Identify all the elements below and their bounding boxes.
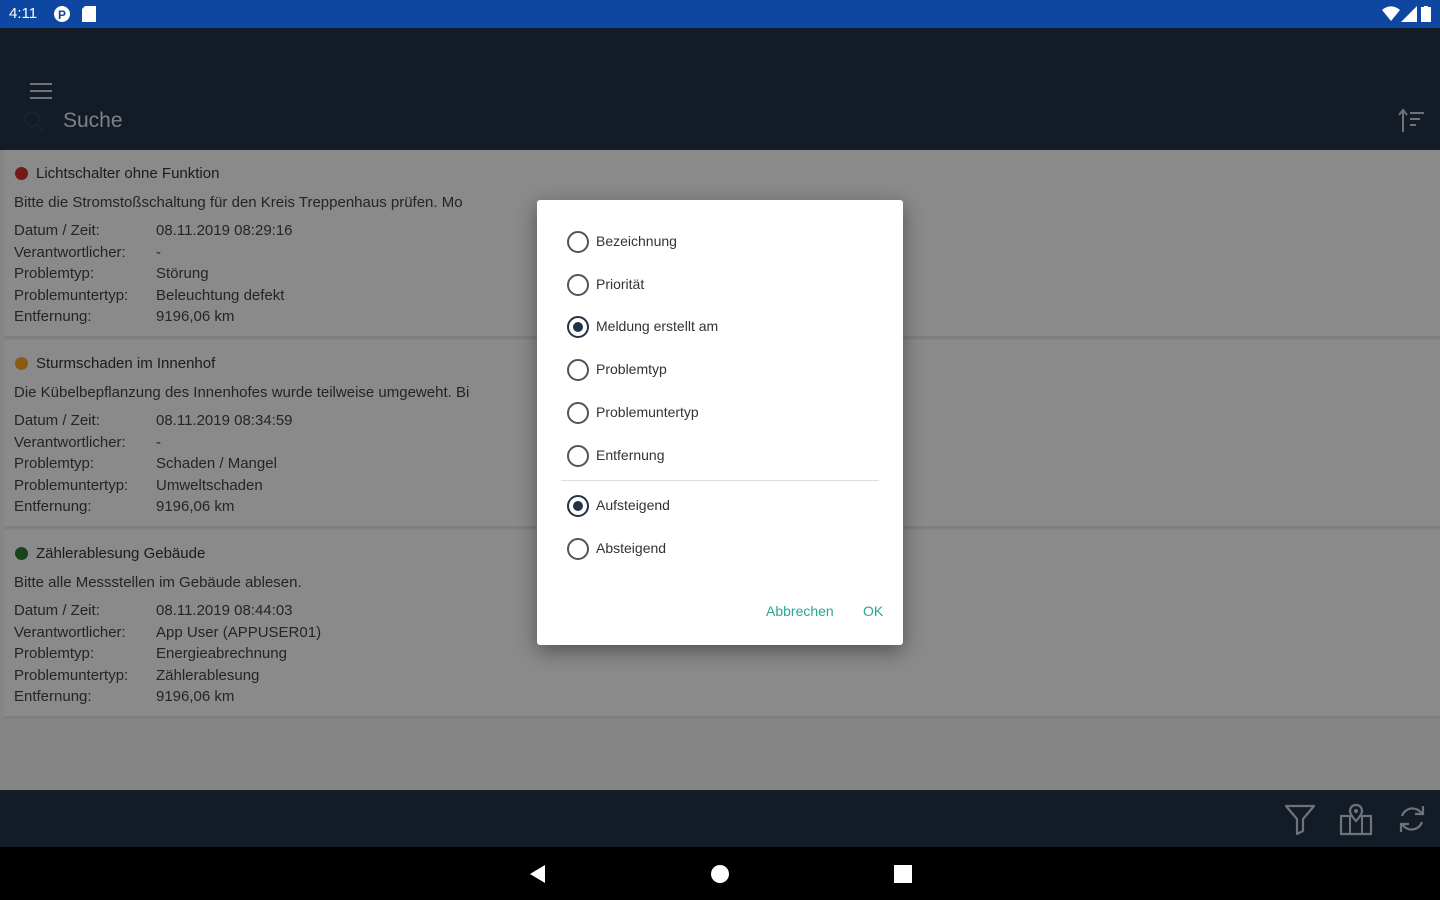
sort-dialog: Bezeichnung Priorität Meldung erstellt a… — [537, 200, 903, 645]
system-nav-bar — [0, 847, 1440, 900]
sort-option-entfernung[interactable]: Entfernung — [565, 441, 885, 471]
option-label: Meldung erstellt am — [596, 318, 719, 334]
cell-signal-icon — [1401, 6, 1417, 22]
radio-button[interactable] — [567, 538, 589, 560]
sort-option-problemuntertyp[interactable]: Problemuntertyp — [565, 398, 885, 428]
radio-button-selected[interactable] — [567, 316, 589, 338]
option-label: Problemtyp — [596, 361, 667, 377]
sort-option-prioritaet[interactable]: Priorität — [565, 270, 885, 300]
sort-order-aufsteigend[interactable]: Aufsteigend — [565, 491, 885, 521]
sd-card-icon — [82, 6, 96, 22]
recents-icon[interactable] — [894, 865, 912, 883]
radio-button-selected[interactable] — [567, 495, 589, 517]
home-icon[interactable] — [710, 864, 730, 884]
divider — [561, 480, 879, 481]
back-icon[interactable] — [528, 864, 546, 884]
status-bar: 4:11 P — [0, 0, 1440, 28]
sort-option-bezeichnung[interactable]: Bezeichnung — [565, 227, 885, 257]
option-label: Entfernung — [596, 447, 665, 463]
radio-button[interactable] — [567, 445, 589, 467]
sort-order-absteigend[interactable]: Absteigend — [565, 534, 885, 564]
ok-button[interactable]: OK — [863, 603, 883, 619]
radio-button[interactable] — [567, 402, 589, 424]
svg-text:P: P — [58, 8, 66, 22]
radio-button[interactable] — [567, 231, 589, 253]
option-label: Absteigend — [596, 540, 667, 556]
battery-icon — [1421, 6, 1431, 22]
option-label: Priorität — [596, 276, 645, 292]
cancel-button[interactable]: Abbrechen — [766, 603, 834, 619]
option-label: Bezeichnung — [596, 233, 677, 249]
sort-option-problemtyp[interactable]: Problemtyp — [565, 355, 885, 385]
notification-app-icon: P — [54, 6, 70, 22]
wifi-icon — [1382, 6, 1400, 22]
status-time: 4:11 — [9, 5, 38, 22]
sort-option-meldung-erstellt-am[interactable]: Meldung erstellt am — [565, 312, 885, 342]
option-label: Problemuntertyp — [596, 404, 699, 420]
radio-button[interactable] — [567, 359, 589, 381]
radio-button[interactable] — [567, 274, 589, 296]
option-label: Aufsteigend — [596, 497, 670, 513]
